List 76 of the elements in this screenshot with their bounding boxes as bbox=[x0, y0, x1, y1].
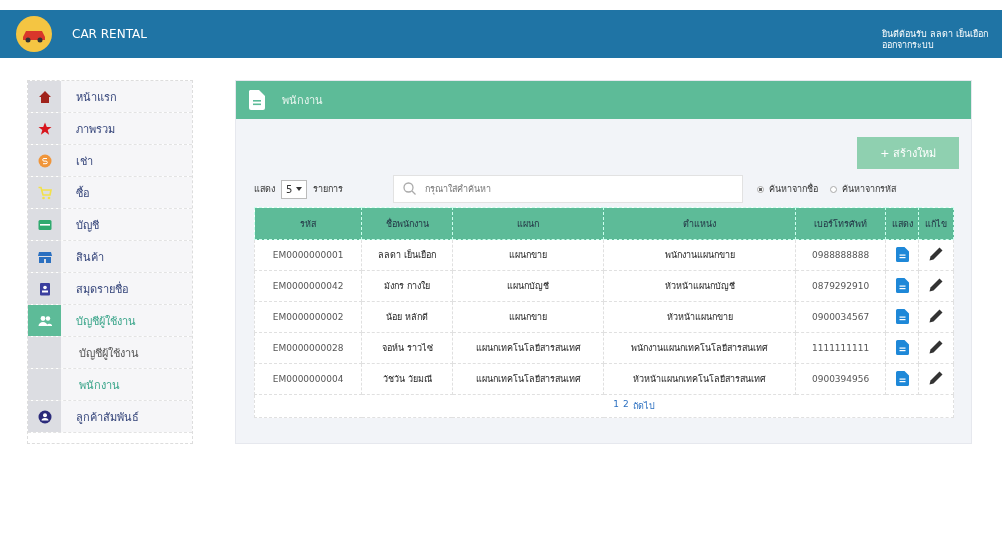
search-field[interactable]: กรุณาใส่คำค้นหา bbox=[393, 175, 744, 203]
sidebar-item[interactable]: บัญชี bbox=[61, 209, 192, 240]
sidebar-item[interactable]: ภาพรวม bbox=[61, 113, 192, 144]
pencil-icon[interactable] bbox=[929, 278, 944, 292]
view-document-icon[interactable] bbox=[895, 339, 909, 355]
pencil-icon[interactable] bbox=[929, 309, 944, 323]
search-mode-radio[interactable]: ค้นหาจากรหัส bbox=[830, 182, 897, 196]
view-document-icon[interactable] bbox=[895, 246, 909, 262]
column-header: ชื่อพนักงาน bbox=[361, 207, 453, 240]
table-cell: แผนกบัญชี bbox=[452, 270, 604, 302]
table-cell: วัชวัน วัยมณี bbox=[361, 363, 453, 395]
sidebar-item[interactable]: หน้าแรก bbox=[61, 81, 192, 112]
card-icon bbox=[37, 217, 52, 232]
car-logo-icon bbox=[16, 16, 52, 52]
store-icon bbox=[37, 249, 52, 264]
document-icon bbox=[248, 90, 266, 110]
logout-link[interactable]: ออกจากระบบ bbox=[882, 40, 988, 51]
pagination-link[interactable]: 1 bbox=[613, 399, 619, 413]
sidebar-item[interactable]: เช่า bbox=[61, 145, 192, 176]
column-header: แสดง bbox=[885, 207, 919, 240]
contact-icon bbox=[37, 281, 52, 296]
welcome-text: ยินดีต้อนรับ ลลดา เย็นเยือก bbox=[882, 29, 988, 40]
table-cell: หัวหน้าแผนกเทคโนโลยีสารสนเทศ bbox=[603, 363, 796, 395]
sidebar-item[interactable]: ลูกค้าสัมพันธ์ bbox=[61, 401, 192, 432]
items-label: รายการ bbox=[313, 183, 344, 196]
column-header: รหัส bbox=[254, 207, 362, 240]
coin-icon bbox=[37, 153, 52, 168]
panel-title: พนักงาน bbox=[282, 93, 323, 109]
pencil-icon[interactable] bbox=[929, 371, 944, 385]
column-header: แผนก bbox=[452, 207, 604, 240]
sidebar-item[interactable]: สมุดรายชื่อ bbox=[61, 273, 192, 304]
table-cell: EM0000000002 bbox=[254, 301, 362, 333]
table-cell: EM0000000042 bbox=[254, 270, 362, 302]
table-cell: พนักงานแผนกขาย bbox=[603, 239, 796, 271]
table-cell: หัวหน้าแผนกขาย bbox=[603, 301, 796, 333]
table-cell: แผนกเทคโนโลยีสารสนเทศ bbox=[452, 332, 604, 364]
sidebar-item[interactable]: สินค้า bbox=[61, 241, 192, 272]
search-mode-radio[interactable]: ค้นหาจากชื่อ bbox=[757, 182, 819, 196]
table-cell: น้อย หลักดี bbox=[361, 301, 453, 333]
star-icon bbox=[37, 121, 52, 136]
person-icon bbox=[37, 409, 52, 424]
users-icon bbox=[37, 313, 52, 328]
table-cell: แผนกเทคโนโลยีสารสนเทศ bbox=[452, 363, 604, 395]
table-cell: แผนกขาย bbox=[452, 239, 604, 271]
table-cell: 0900394956 bbox=[795, 363, 886, 395]
cart-icon bbox=[37, 185, 52, 200]
pencil-icon[interactable] bbox=[929, 340, 944, 354]
table-cell: พนักงานแผนกเทคโนโลยีสารสนเทศ bbox=[603, 332, 796, 364]
home-icon bbox=[37, 89, 52, 104]
table-cell: EM0000000001 bbox=[254, 239, 362, 271]
table-cell: 0879292910 bbox=[795, 270, 886, 302]
view-document-icon[interactable] bbox=[895, 370, 909, 386]
table-cell: แผนกขาย bbox=[452, 301, 604, 333]
column-header: แก้ไข bbox=[918, 207, 954, 240]
show-label: แสดง bbox=[254, 183, 275, 196]
table-cell: EM0000000028 bbox=[254, 332, 362, 364]
pagination-link[interactable]: 2 bbox=[623, 399, 629, 413]
column-header: เบอร์โทรศัพท์ bbox=[795, 207, 886, 240]
page-size-select[interactable]: 5 bbox=[281, 179, 308, 199]
view-document-icon[interactable] bbox=[895, 308, 909, 324]
table-cell: 0988888888 bbox=[795, 239, 886, 271]
view-document-icon[interactable] bbox=[895, 277, 909, 293]
table-cell: 1111111111 bbox=[795, 332, 886, 364]
table-cell: EM0000000004 bbox=[254, 363, 362, 395]
column-header: ตำแหน่ง bbox=[603, 207, 796, 240]
table-cell: หัวหน้าแผนกบัญชี bbox=[603, 270, 796, 302]
pagination-link[interactable]: ถัดไป bbox=[632, 399, 655, 413]
table-cell: จอห์น ราวไซ่ bbox=[361, 332, 453, 364]
caret-icon bbox=[296, 187, 303, 191]
table-cell: มังกร กางใย bbox=[361, 270, 453, 302]
sidebar-item[interactable]: ซื้อ bbox=[61, 177, 192, 208]
pencil-icon[interactable] bbox=[929, 247, 944, 261]
table-cell: ลลดา เย็นเยือก bbox=[361, 239, 453, 271]
table-cell: 0900034567 bbox=[795, 301, 886, 333]
sidebar-subitem[interactable]: บัญชีผู้ใช้งาน bbox=[61, 337, 192, 368]
app-title: CAR RENTAL bbox=[72, 27, 147, 41]
